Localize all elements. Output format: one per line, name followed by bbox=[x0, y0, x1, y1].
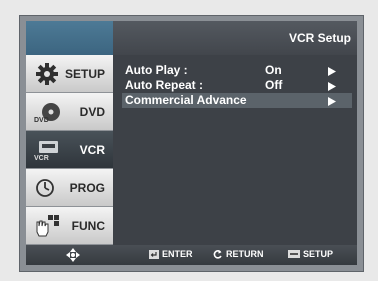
header-accent bbox=[26, 21, 113, 55]
auto-repeat-row[interactable]: Auto Repeat : Off bbox=[122, 78, 352, 93]
sidebar-item-dvd[interactable]: DVD DVD bbox=[26, 93, 113, 131]
auto-play-label: Auto Play : bbox=[125, 63, 188, 77]
arrow-right-icon bbox=[328, 80, 336, 94]
osd-screen: VCR Setup SETUP DVD DVD VCR VCR PROG FUN… bbox=[26, 21, 357, 265]
sidebar-item-func[interactable]: FUNC bbox=[26, 207, 113, 245]
auto-repeat-value: Off bbox=[265, 78, 283, 92]
sidebar-item-label: PROG bbox=[69, 181, 105, 195]
sidebar-item-setup[interactable]: SETUP bbox=[26, 55, 113, 93]
arrow-right-icon bbox=[328, 95, 336, 109]
footer-bar: ENTER RETURN SETUP bbox=[26, 245, 357, 265]
sidebar-item-label: DVD bbox=[79, 105, 105, 119]
auto-play-row[interactable]: Auto Play : On bbox=[122, 63, 352, 78]
dpad-icon bbox=[66, 248, 80, 262]
auto-repeat-label: Auto Repeat : bbox=[125, 78, 203, 92]
clock-icon bbox=[36, 179, 54, 197]
auto-play-value: On bbox=[265, 63, 282, 77]
return-icon bbox=[213, 250, 222, 259]
setup-hint: SETUP bbox=[288, 249, 333, 259]
sidebar: SETUP DVD DVD VCR VCR PROG FUNC bbox=[26, 55, 113, 245]
return-label: RETURN bbox=[226, 249, 264, 259]
return-hint: RETURN bbox=[213, 249, 264, 259]
setup-icon bbox=[288, 250, 300, 258]
header-bar: VCR Setup bbox=[26, 21, 357, 55]
vcr-icon-text: VCR bbox=[34, 155, 49, 162]
arrow-right-icon bbox=[328, 65, 336, 79]
commercial-advance-label: Commercial Advance bbox=[125, 93, 247, 107]
dvd-icon-text: DVD bbox=[34, 117, 49, 124]
sidebar-item-prog[interactable]: PROG bbox=[26, 169, 113, 207]
sidebar-item-label: FUNC bbox=[71, 219, 105, 233]
sidebar-item-vcr[interactable]: VCR VCR bbox=[26, 131, 113, 169]
settings-list: Auto Play : On Auto Repeat : Off Commerc… bbox=[122, 63, 352, 108]
page-title: VCR Setup bbox=[288, 31, 351, 45]
enter-icon bbox=[149, 249, 159, 259]
enter-hint: ENTER bbox=[149, 249, 193, 259]
sidebar-item-label: VCR bbox=[79, 143, 105, 157]
hand-icon bbox=[36, 215, 59, 237]
gear-icon bbox=[36, 63, 58, 85]
commercial-advance-row[interactable]: Commercial Advance bbox=[122, 93, 352, 108]
sidebar-item-label: SETUP bbox=[64, 67, 105, 81]
setup-label: SETUP bbox=[303, 249, 334, 259]
vcr-icon: VCR bbox=[34, 141, 58, 162]
enter-label: ENTER bbox=[162, 249, 193, 259]
dvd-icon: DVD bbox=[34, 103, 60, 124]
